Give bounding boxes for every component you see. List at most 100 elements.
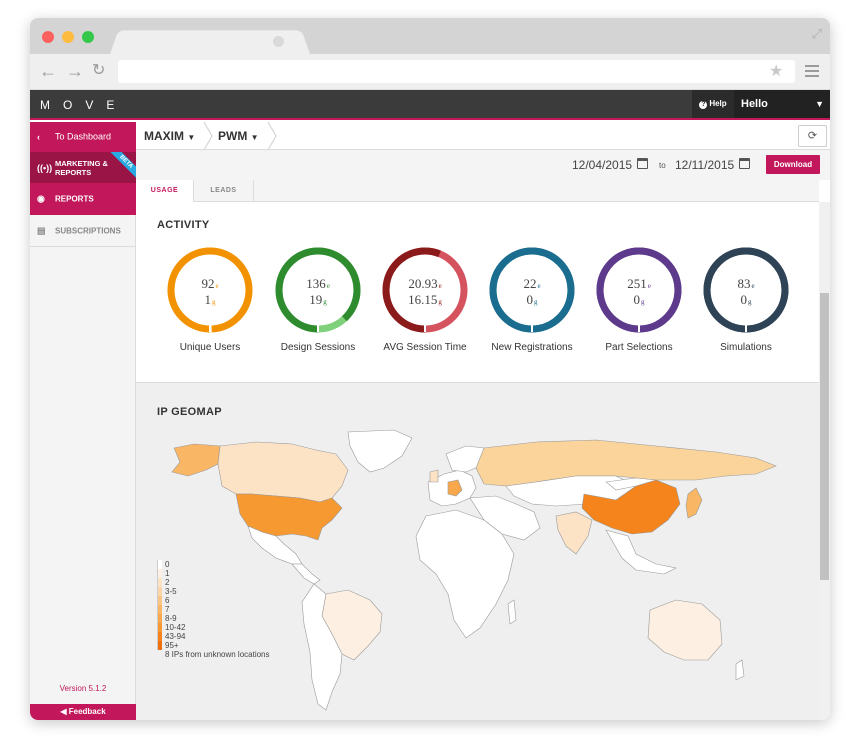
gauge-value-secondary: 19g (309, 292, 327, 307)
map-country-uk[interactable] (429, 469, 439, 483)
legend-swatch (157, 578, 162, 587)
breadcrumb-company-label: MAXIM (144, 129, 184, 143)
breadcrumb-separator (267, 122, 277, 150)
scrollbar-thumb[interactable] (820, 293, 829, 580)
map-country-india[interactable] (555, 511, 593, 555)
legend-label: 8-9 (165, 614, 177, 623)
map-country-canada[interactable] (217, 441, 349, 503)
geomap-legend: 0 1 2 3-5 6 7 8-9 10-42 43-94 95+ 8 IPs from unkno… (157, 560, 287, 659)
date-to-label: to (659, 161, 666, 170)
breadcrumb: MAXIM ▼ PWM ▼ ⟳ (136, 122, 830, 150)
caret-down-icon: ▼ (250, 133, 259, 142)
gauge-value-primary: 22e (523, 276, 541, 291)
map-country-madagascar[interactable] (507, 599, 517, 625)
map-country-greenland[interactable] (347, 429, 413, 473)
map-country-japan[interactable] (685, 487, 703, 519)
broadcast-icon: ((•)) (37, 162, 53, 173)
legend-item: 7 (157, 605, 287, 614)
map-country-alaska[interactable] (171, 443, 221, 477)
refresh-button[interactable]: ⟳ (798, 125, 827, 147)
legend-swatch (157, 632, 162, 641)
sidebar-item-dashboard[interactable]: ‹ To Dashboard (30, 122, 136, 152)
legend-label: 10-42 (165, 623, 186, 632)
legend-item: 43-94 (157, 632, 287, 641)
browser-window: ⤢ ← → ↻ ★ MOVE ? Help Hello ▼ ‹ To Dashboa… (30, 18, 830, 720)
fullscreen-icon[interactable]: ⤢ (812, 26, 822, 42)
legend-item: 1 (157, 569, 287, 578)
app-logo: MOVE (40, 98, 128, 112)
gauge-value-primary: 20.93e (408, 276, 442, 291)
legend-item: 95+ (157, 641, 287, 650)
minimize-window-button[interactable] (62, 31, 74, 43)
gauge-value-primary: 136e (306, 276, 330, 291)
activity-section: ACTIVITY 92e 1g Unique Users 136e 19g Design … (136, 202, 819, 383)
version-label: Version 5.1.2 (59, 684, 107, 693)
tab-leads[interactable]: LEADS (194, 180, 254, 202)
url-input[interactable] (118, 60, 795, 83)
help-icon: ? (699, 101, 708, 109)
tab-usage[interactable]: USAGE (136, 180, 194, 202)
refresh-icon: ⟳ (807, 130, 818, 142)
date-to[interactable]: 12/11/2015 (675, 158, 734, 172)
help-label: Help (709, 99, 727, 108)
sidebar-item-marketing[interactable]: ((•)) MARKETING & REPORTS BETA (30, 152, 136, 183)
date-from[interactable]: 12/04/2015 (572, 158, 632, 172)
help-button[interactable]: ? Help (692, 90, 734, 118)
gauge-value-primary: 251e (627, 276, 651, 291)
subscriptions-icon: ▤ (37, 225, 46, 235)
map-country-australia[interactable] (647, 599, 723, 661)
sidebar-item-subscriptions[interactable]: ▤ SUBSCRIPTIONS (30, 215, 136, 247)
legend-item: 10-42 (157, 623, 287, 632)
app-header: MOVE ? Help Hello ▼ (30, 90, 830, 120)
calendar-icon[interactable] (739, 158, 750, 169)
legend-label: 43-94 (165, 632, 186, 641)
bookmark-star-icon[interactable]: ★ (769, 61, 783, 81)
user-menu[interactable]: Hello ▼ (734, 90, 830, 118)
back-icon[interactable]: ← (39, 62, 57, 80)
close-window-button[interactable] (42, 31, 54, 43)
browser-tab-bar: ⤢ (30, 18, 830, 54)
download-button[interactable]: Download (766, 155, 820, 174)
tab-close-icon[interactable] (273, 36, 284, 47)
gauge-label: Design Sessions (280, 342, 356, 353)
sidebar-item-reports[interactable]: ◉ REPORTS (30, 183, 136, 215)
browser-menu-icon[interactable] (805, 65, 819, 80)
legend-swatch (157, 623, 162, 632)
breadcrumb-product[interactable]: PWM ▼ (218, 122, 259, 150)
chevron-left-icon: ‹ (37, 132, 40, 142)
legend-swatch (157, 569, 162, 578)
gauge-value-secondary: 0g (526, 292, 538, 307)
breadcrumb-company[interactable]: MAXIM ▼ (144, 122, 195, 150)
forward-icon[interactable]: → (66, 62, 84, 80)
date-range-bar: 12/04/2015 to 12/11/2015 Download (136, 150, 830, 180)
legend-swatch (157, 641, 162, 650)
legend-item: 8-9 (157, 614, 287, 623)
gauge-label: Part Selections (605, 342, 673, 353)
report-tabs: USAGE LEADS (136, 180, 819, 202)
calendar-icon[interactable] (637, 158, 648, 169)
metric-gauge: 20.93e 16.15g AVG Session Time (371, 246, 479, 356)
gauge-value-primary: 92e (201, 276, 219, 291)
legend-label: 0 (165, 560, 170, 569)
map-country-southeast-asia[interactable] (605, 529, 677, 575)
gauge-label: Unique Users (179, 342, 241, 353)
feedback-button[interactable]: ◀ Feedback (30, 704, 136, 720)
legend-label: 1 (165, 569, 170, 578)
legend-swatch (157, 596, 162, 605)
legend-label: 95+ (165, 641, 179, 650)
legend-label: 2 (165, 578, 170, 587)
scrollbar[interactable] (819, 202, 830, 720)
maximize-window-button[interactable] (82, 31, 94, 43)
map-country-central-america[interactable] (291, 563, 321, 585)
gauge-value-primary: 83e (737, 276, 755, 291)
metric-gauge: 251e 0g Part Selections (585, 246, 693, 356)
feedback-label: Feedback (68, 707, 106, 716)
map-country-new-zealand[interactable] (735, 659, 745, 681)
sidebar-item-label: REPORTS (55, 194, 94, 204)
sidebar-item-label: To Dashboard (55, 131, 112, 142)
metric-gauge: 22e 0g New Registrations (478, 246, 586, 356)
address-bar: ← → ↻ ★ (30, 54, 830, 90)
reload-icon[interactable]: ↻ (92, 62, 105, 80)
main-panel: MAXIM ▼ PWM ▼ ⟳ 12/04/2015 to 12/11/2015… (136, 122, 830, 720)
caret-down-icon: ▼ (187, 133, 196, 142)
